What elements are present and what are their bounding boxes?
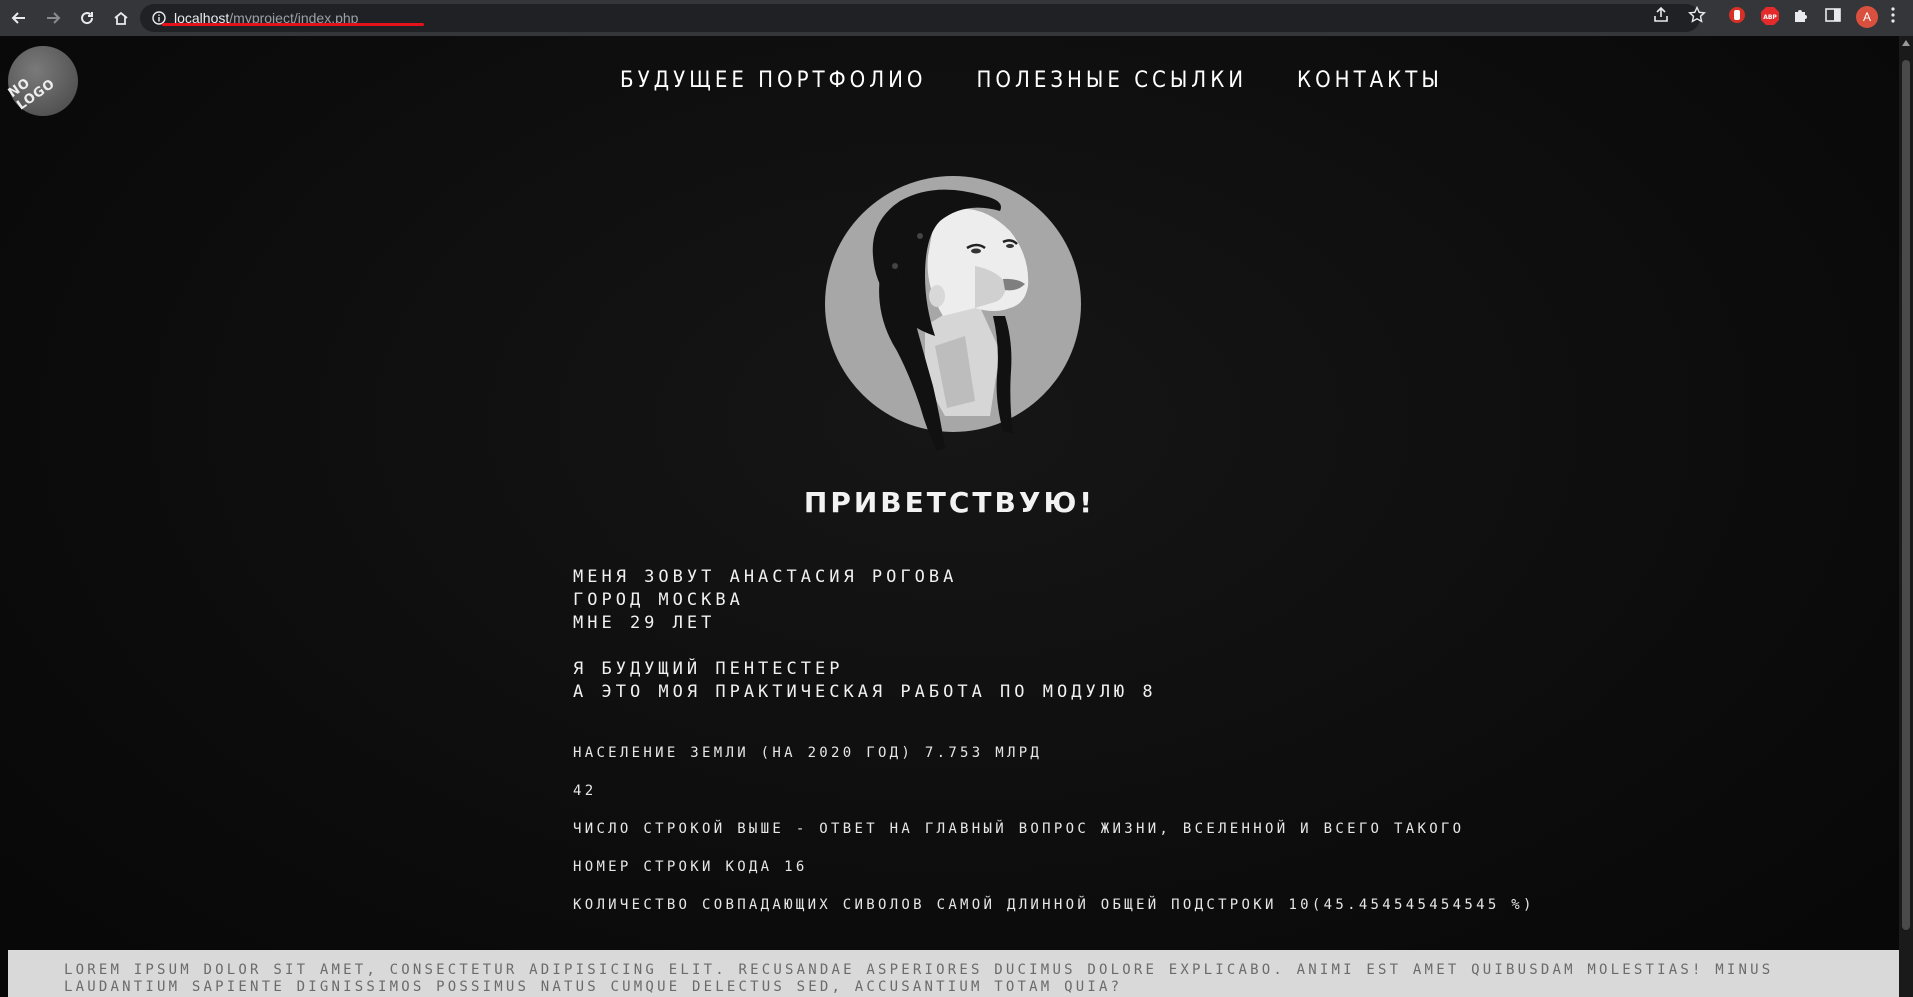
portrait-illustration bbox=[872, 189, 1029, 451]
side-panel-icon bbox=[1825, 8, 1841, 22]
main-nav: БУДУЩЕЕ ПОРТФОЛИО ПОЛЕЗНЫЕ ССЫЛКИ КОНТАК… bbox=[620, 68, 1443, 93]
adblock-extension[interactable]: ABP bbox=[1760, 6, 1780, 26]
browser-toolbar: localhost/myproject/index.php ABP A bbox=[0, 0, 1913, 36]
profile-initial: A bbox=[1862, 10, 1871, 24]
fact-population: НАСЕЛЕНИЕ ЗЕМЛИ (НА 2020 ГОД) 7.753 МЛРД bbox=[573, 745, 1043, 761]
puzzle-icon bbox=[1795, 10, 1807, 22]
nav-link-useful-links[interactable]: ПОЛЕЗНЫЕ ССЫЛКИ bbox=[977, 68, 1248, 93]
fact-answer: 42 bbox=[573, 783, 597, 799]
browser-menu-button[interactable] bbox=[1890, 6, 1896, 24]
forward-arrow-icon bbox=[47, 12, 61, 24]
kebab-menu-icon bbox=[1891, 7, 1895, 23]
avatar: A bbox=[1856, 6, 1878, 28]
web-page: NO LOGO БУДУЩЕЕ ПОРТФОЛИО ПОЛЕЗНЫЕ ССЫЛК… bbox=[0, 36, 1899, 997]
nav-link-portfolio[interactable]: БУДУЩЕЕ ПОРТФОЛИО bbox=[620, 68, 927, 93]
scrollbar-thumb[interactable] bbox=[1902, 60, 1910, 930]
back-arrow-icon bbox=[11, 12, 25, 24]
extensions-button[interactable] bbox=[1792, 6, 1810, 24]
bio-name: Меня зовут Анастасия Рогова bbox=[573, 567, 958, 587]
url-underline-annotation bbox=[162, 23, 424, 26]
site-logo[interactable]: NO LOGO bbox=[5, 46, 78, 116]
extension-red[interactable] bbox=[1728, 6, 1746, 24]
scroll-up-arrow-icon[interactable] bbox=[1902, 40, 1910, 46]
share-icon bbox=[1654, 6, 1668, 22]
back-button[interactable] bbox=[4, 3, 34, 33]
logo-text: NO LOGO bbox=[5, 75, 58, 114]
bio-age: Мне 29 лет bbox=[573, 613, 716, 633]
bio-practical-work: А это моя практическая работа по модулю … bbox=[573, 682, 1157, 702]
bio-profession: Я будущий пентестер bbox=[573, 659, 844, 679]
facts-block: НАСЕЛЕНИЕ ЗЕМЛИ (НА 2020 ГОД) 7.753 МЛРД… bbox=[573, 745, 1535, 935]
adblock-icon: ABP bbox=[1761, 7, 1779, 25]
nav-link-contacts[interactable]: КОНТАКТЫ bbox=[1297, 68, 1443, 93]
fact-line-number: НОМЕР СТРОКИ КОДА 16 bbox=[573, 859, 808, 875]
portrait-avatar bbox=[825, 176, 1081, 456]
fact-common-substring: КОЛИЧЕСТВО СОВПАДАЮЩИХ СИВОЛОВ САМОЙ ДЛИ… bbox=[573, 897, 1535, 913]
side-panel-button[interactable] bbox=[1824, 6, 1842, 24]
bio-city: Город Москва bbox=[573, 590, 744, 610]
reload-icon bbox=[81, 12, 94, 25]
profile-button[interactable]: A bbox=[1856, 6, 1878, 28]
address-bar[interactable]: localhost/myproject/index.php bbox=[140, 4, 1700, 32]
share-button[interactable] bbox=[1652, 6, 1670, 24]
bookmark-button[interactable] bbox=[1688, 6, 1706, 24]
home-button[interactable] bbox=[106, 3, 136, 33]
bio-block: Меня зовут Анастасия Рогова Город Москва… bbox=[573, 566, 1157, 704]
fact-answer-note: ЧИСЛО СТРОКОЙ ВЫШЕ - ОТВЕТ НА ГЛАВНЫЙ ВО… bbox=[573, 821, 1465, 837]
footer: Lorem ipsum dolor sit amet, consectetur … bbox=[8, 950, 1899, 997]
forward-button[interactable] bbox=[38, 3, 68, 33]
home-icon bbox=[114, 11, 128, 25]
star-icon bbox=[1688, 6, 1706, 23]
greeting-heading: ПРИВЕТСТВУЮ! bbox=[803, 486, 1096, 519]
hand-stop-icon bbox=[1729, 7, 1745, 23]
footer-text: Lorem ipsum dolor sit amet, consectetur … bbox=[64, 962, 1774, 995]
reload-button[interactable] bbox=[72, 3, 102, 33]
svg-text:ABP: ABP bbox=[1763, 14, 1777, 21]
